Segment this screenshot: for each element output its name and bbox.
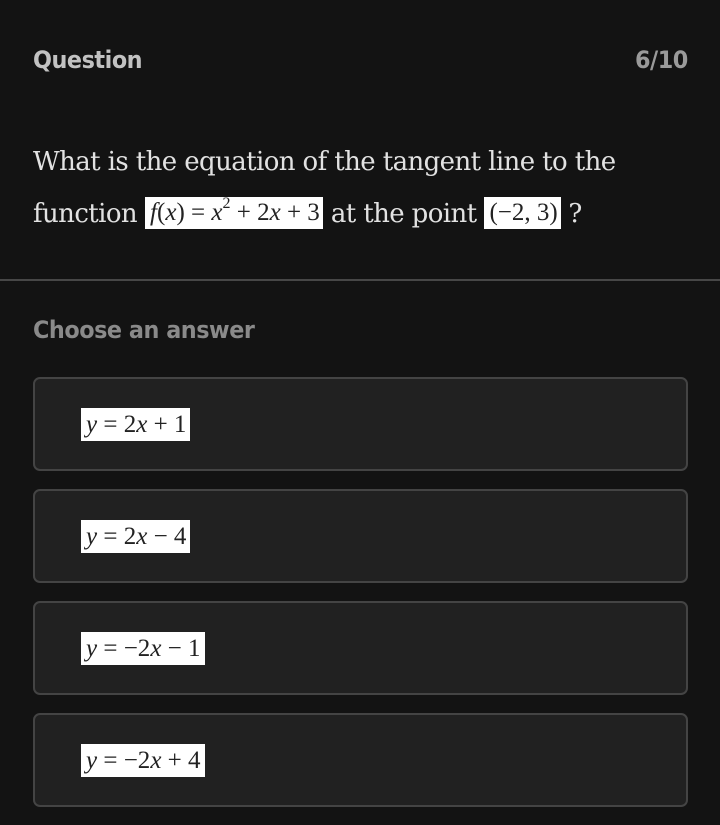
question-header: Question 6/10	[33, 44, 688, 76]
answer-option-4[interactable]: y = −2x + 4	[33, 713, 688, 807]
question-label: Question	[33, 46, 143, 74]
choose-answer-label: Choose an answer	[33, 316, 255, 344]
answer-formula: y = −2x + 4	[81, 743, 205, 777]
answer-option-2[interactable]: y = 2x − 4	[33, 489, 688, 583]
question-text: What is the equation of the tangent line…	[33, 136, 703, 240]
answer-formula: y = −2x − 1	[81, 631, 205, 665]
function-formula: f(x) = x2 + 2x + 3	[145, 195, 323, 229]
answer-list: y = 2x + 1 y = 2x − 4 y = −2x − 1 y = −2…	[33, 377, 688, 825]
answer-formula: y = 2x + 1	[81, 407, 191, 441]
question-text-middle: at the point	[330, 199, 477, 229]
question-mark: ?	[568, 199, 582, 229]
answer-option-3[interactable]: y = −2x − 1	[33, 601, 688, 695]
point-formula: (−2, 3)	[484, 197, 561, 229]
answer-formula: y = 2x − 4	[81, 519, 191, 553]
section-divider	[0, 279, 720, 281]
question-counter: 6/10	[635, 46, 688, 74]
answer-option-1[interactable]: y = 2x + 1	[33, 377, 688, 471]
